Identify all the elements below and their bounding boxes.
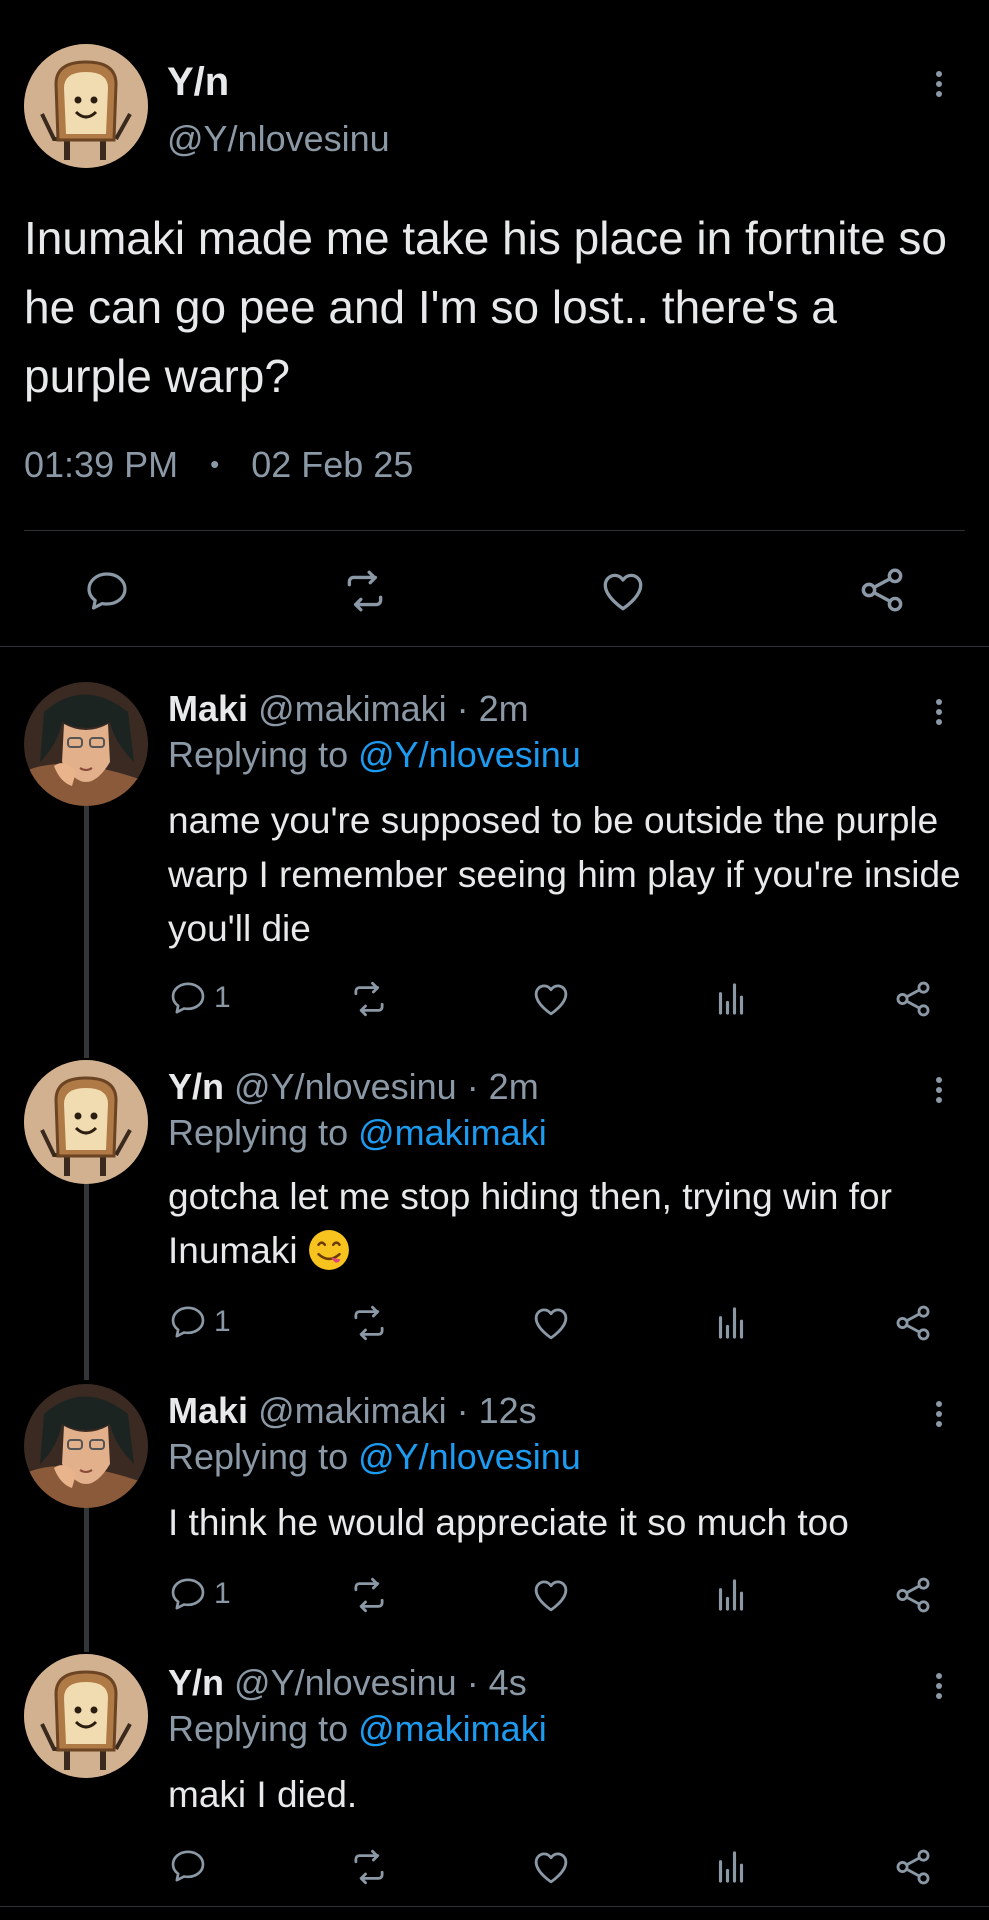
- handle-time[interactable]: @makimaki · 12s: [258, 1390, 537, 1431]
- anime-girl-avatar-icon: [24, 1384, 148, 1508]
- reply-icon[interactable]: [82, 566, 132, 616]
- tweet-time: 01:39 PM: [24, 444, 179, 485]
- display-name[interactable]: Maki: [168, 688, 248, 729]
- mention-link[interactable]: @Y/nlovesinu: [358, 734, 581, 775]
- retweet-icon[interactable]: [348, 1302, 390, 1344]
- more-options-icon[interactable]: [924, 1068, 954, 1112]
- like-icon[interactable]: [530, 1574, 572, 1616]
- bread-avatar-icon: [24, 44, 148, 168]
- reply-icon: [168, 1574, 208, 1614]
- reply-header: Maki @makimaki · 12s: [168, 1390, 537, 1432]
- replying-to-label: Replying to: [168, 734, 349, 775]
- tweet-text: Inumaki made me take his place in fortni…: [24, 212, 948, 402]
- mention-link[interactable]: @Y/nlovesinu: [358, 1436, 581, 1477]
- analytics-icon[interactable]: [710, 1302, 752, 1344]
- reply-header: Maki @makimaki · 2m: [168, 688, 529, 730]
- reply-count: 1: [214, 1305, 231, 1338]
- like-icon[interactable]: [530, 978, 572, 1020]
- more-options-icon[interactable]: [924, 62, 954, 106]
- analytics-icon[interactable]: [710, 1574, 752, 1616]
- reply-icon: [168, 978, 208, 1018]
- handle-time[interactable]: @Y/nlovesinu · 4s: [234, 1662, 527, 1703]
- display-name[interactable]: Maki: [168, 1390, 248, 1431]
- replying-to: Replying to @Y/nlovesinu: [168, 1436, 581, 1478]
- divider: [0, 1906, 989, 1907]
- share-icon[interactable]: [892, 1846, 934, 1888]
- retweet-icon[interactable]: [340, 566, 390, 616]
- tweet-date: 02 Feb 25: [251, 444, 414, 485]
- more-options-icon[interactable]: [924, 1664, 954, 1708]
- meta-separator: •: [210, 449, 220, 479]
- avatar[interactable]: [24, 1654, 148, 1778]
- divider: [0, 646, 989, 647]
- mention-link[interactable]: @makimaki: [358, 1112, 547, 1153]
- handle-time[interactable]: @Y/nlovesinu · 2m: [234, 1066, 539, 1107]
- avatar[interactable]: [24, 1060, 148, 1184]
- thread-line: [84, 806, 89, 1058]
- avatar[interactable]: [24, 682, 148, 806]
- display-name[interactable]: Y/n: [168, 1662, 224, 1703]
- reply-icon: [168, 1846, 208, 1886]
- reply-icon: [168, 1302, 208, 1342]
- mention-link[interactable]: @makimaki: [358, 1708, 547, 1749]
- share-icon[interactable]: [892, 1302, 934, 1344]
- reply-button[interactable]: 1: [168, 1574, 231, 1614]
- like-icon[interactable]: [530, 1846, 572, 1888]
- anime-girl-avatar-icon: [24, 682, 148, 806]
- reply-text: gotcha let me stop hiding then, trying w…: [168, 1170, 968, 1278]
- face-savoring-food-emoji: [308, 1230, 349, 1270]
- more-options-icon[interactable]: [924, 690, 954, 734]
- analytics-icon[interactable]: [710, 1846, 752, 1888]
- thread-line: [84, 1184, 89, 1380]
- replying-to: Replying to @Y/nlovesinu: [168, 734, 581, 776]
- share-icon[interactable]: [856, 564, 908, 616]
- analytics-icon[interactable]: [710, 978, 752, 1020]
- reply-header: Y/n @Y/nlovesinu · 4s: [168, 1662, 527, 1704]
- replying-to-label: Replying to: [168, 1708, 349, 1749]
- reply-count: 1: [214, 981, 231, 1014]
- like-icon[interactable]: [530, 1302, 572, 1344]
- bread-avatar-icon: [24, 1060, 148, 1184]
- bread-avatar-icon: [24, 1654, 148, 1778]
- reply-button[interactable]: [168, 1846, 214, 1886]
- replying-to: Replying to @makimaki: [168, 1112, 547, 1154]
- reply-header: Y/n @Y/nlovesinu · 2m: [168, 1066, 539, 1108]
- reply-count: 1: [214, 1577, 231, 1610]
- divider: [24, 530, 965, 531]
- retweet-icon[interactable]: [348, 1574, 390, 1616]
- tweet-timestamp: 01:39 PM • 02 Feb 25: [24, 444, 413, 486]
- reply-text: name you're supposed to be outside the p…: [168, 800, 961, 949]
- replying-to-label: Replying to: [168, 1436, 349, 1477]
- user-handle[interactable]: @Y/nlovesinu: [167, 118, 390, 160]
- share-icon[interactable]: [892, 1574, 934, 1616]
- display-name[interactable]: Y/n: [167, 60, 229, 105]
- handle-time[interactable]: @makimaki · 2m: [258, 688, 529, 729]
- share-icon[interactable]: [892, 978, 934, 1020]
- replying-to: Replying to @makimaki: [168, 1708, 547, 1750]
- display-name[interactable]: Y/n: [168, 1066, 224, 1107]
- more-options-icon[interactable]: [924, 1392, 954, 1436]
- replying-to-label: Replying to: [168, 1112, 349, 1153]
- thread-line: [84, 1508, 89, 1652]
- reply-button[interactable]: 1: [168, 1302, 231, 1342]
- reply-text-body: gotcha let me stop hiding then, trying w…: [168, 1176, 892, 1271]
- reply-text: I think he would appreciate it so much t…: [168, 1502, 849, 1543]
- retweet-icon[interactable]: [348, 1846, 390, 1888]
- like-icon[interactable]: [598, 566, 648, 616]
- avatar[interactable]: [24, 44, 148, 168]
- reply-text: maki I died.: [168, 1774, 358, 1815]
- reply-button[interactable]: 1: [168, 978, 231, 1018]
- retweet-icon[interactable]: [348, 978, 390, 1020]
- avatar[interactable]: [24, 1384, 148, 1508]
